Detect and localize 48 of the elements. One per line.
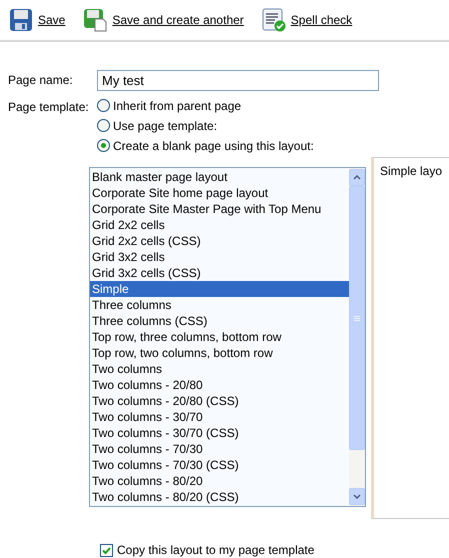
- list-item[interactable]: Three columns: [90, 297, 349, 313]
- radio-label[interactable]: Create a blank page using this layout:: [113, 138, 314, 152]
- toolbar-link-label[interactable]: Save and create another: [112, 13, 244, 27]
- checkbox-label[interactable]: Copy this layout to my page template: [117, 543, 314, 557]
- radio-label[interactable]: Use page template:: [113, 118, 218, 132]
- radio-label[interactable]: Inherit from parent page: [113, 98, 242, 112]
- list-item[interactable]: Top row, three columns, bottom row: [90, 329, 349, 345]
- layout-listbox[interactable]: [89, 167, 366, 507]
- list-item[interactable]: Two columns - 80/20: [90, 473, 349, 489]
- radio-button[interactable]: [97, 119, 110, 132]
- caret-down-icon: [353, 494, 361, 499]
- document-check-icon: [262, 8, 286, 32]
- list-item[interactable]: Two columns - 30/70 (CSS): [90, 425, 349, 441]
- list-item[interactable]: Grid 3x2 cells (CSS): [90, 265, 349, 281]
- scroll-down-button[interactable]: [349, 488, 365, 505]
- checkbox[interactable]: [100, 544, 113, 556]
- toolbar-link-label[interactable]: Spell check: [290, 13, 352, 27]
- toolbar-link[interactable]: Save and create another: [83, 8, 244, 32]
- grip-icon: [354, 316, 360, 320]
- list-item[interactable]: Corporate Site home page layout: [90, 185, 349, 201]
- toolbar-link[interactable]: Spell check: [262, 8, 352, 32]
- field-label: Page name:: [8, 72, 74, 89]
- list-item[interactable]: Grid 2x2 cells (CSS): [90, 233, 349, 249]
- radio-button[interactable]: [97, 99, 110, 112]
- list-item[interactable]: Two columns - 80/20 (CSS): [90, 489, 349, 505]
- list-item[interactable]: Grid 2x2 cells: [90, 217, 349, 233]
- list-item[interactable]: Three columns (CSS): [90, 313, 349, 329]
- list-item[interactable]: Corporate Site Master Page with Top Menu: [90, 201, 349, 217]
- scrollbar-thumb[interactable]: [349, 186, 365, 450]
- list-item[interactable]: Simple: [90, 281, 349, 297]
- page-name-field[interactable]: My test: [97, 70, 379, 91]
- floppy-disk-page-icon: [83, 8, 108, 32]
- list-item[interactable]: Two columns - 70/30 (CSS): [90, 457, 349, 473]
- list-item[interactable]: Blank master page layout: [90, 169, 349, 185]
- scroll-up-button[interactable]: [349, 169, 365, 186]
- list-item[interactable]: Two columns - 30/70: [90, 409, 349, 425]
- list-item[interactable]: Two columns - 70/30: [90, 441, 349, 457]
- radio-button[interactable]: [97, 139, 110, 152]
- caret-up-icon: [353, 175, 361, 180]
- toolbar-link[interactable]: Save: [9, 8, 66, 32]
- list-item[interactable]: Top row, two columns, bottom row: [90, 345, 349, 361]
- list-item[interactable]: Two columns: [90, 361, 349, 377]
- toolbar-link-label[interactable]: Save: [38, 13, 66, 27]
- preview-text: Simple layo: [380, 164, 442, 178]
- list-item[interactable]: Grid 3x2 cells: [90, 249, 349, 265]
- list-item[interactable]: Two columns - 20/80 (CSS): [90, 393, 349, 409]
- field-label: Page template:: [8, 99, 90, 116]
- list-item[interactable]: Two columns - 20/80: [90, 377, 349, 393]
